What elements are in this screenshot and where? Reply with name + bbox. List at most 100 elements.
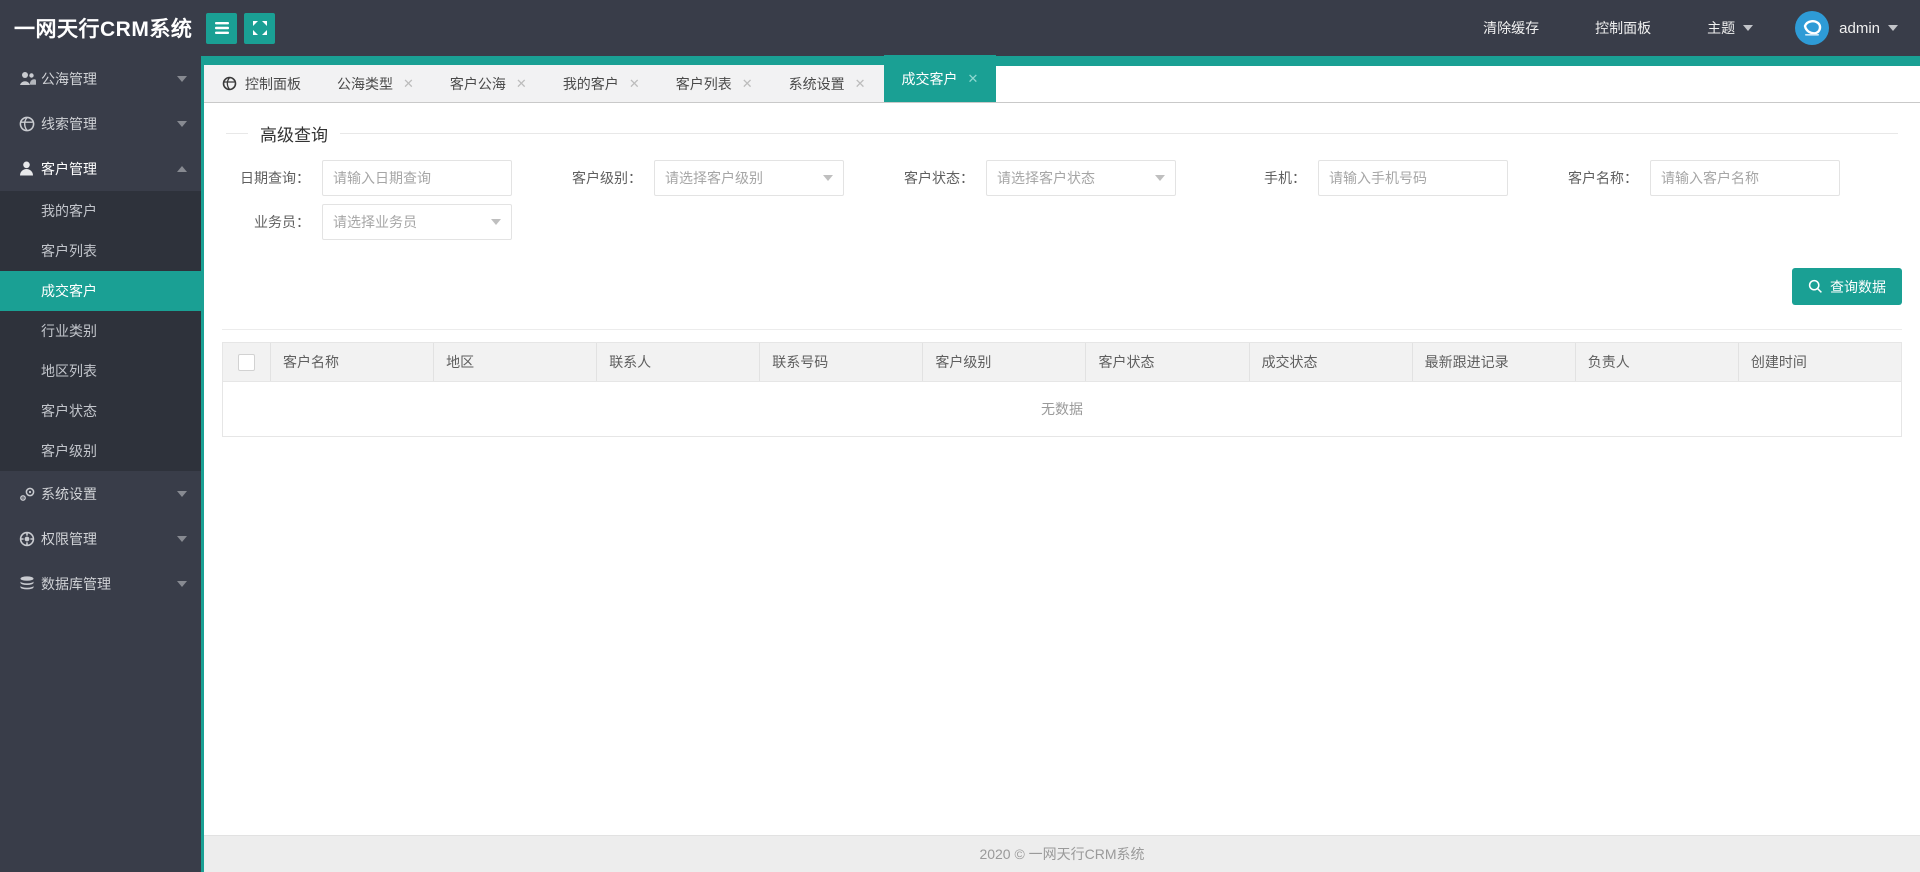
globe-icon (222, 76, 237, 91)
sidebar-item-label: 客户管理 (41, 160, 97, 177)
salesman-select[interactable]: 请选择业务员 (322, 204, 512, 240)
select-placeholder: 请选择客户状态 (997, 170, 1095, 186)
sidebar-item-label: 线索管理 (41, 115, 97, 132)
sidebar-item-customer-level[interactable]: 客户级别 (0, 431, 201, 471)
sidebar-item-industry-category[interactable]: 行业类别 (0, 311, 201, 351)
tab-label: 客户公海 (449, 75, 506, 92)
app-title: 一网天行CRM系统 (14, 18, 193, 41)
clear-cache-link[interactable]: 清除缓存 (1455, 0, 1567, 56)
sidebar-item-customer-management[interactable]: 客户管理 (0, 146, 201, 191)
mobile-input[interactable] (1318, 160, 1508, 196)
close-icon[interactable]: ✕ (968, 72, 979, 85)
select-placeholder: 请选择业务员 (333, 214, 417, 230)
globe-icon (19, 116, 41, 132)
tab-my-customers[interactable]: 我的客户 ✕ (545, 65, 658, 102)
sub-item-label: 成交客户 (41, 283, 97, 299)
sidebar-item-system-settings[interactable]: 系统设置 (0, 471, 201, 516)
table-empty-state: 无数据 (223, 382, 1901, 436)
gears-icon (19, 486, 41, 502)
sidebar-item-customer-list[interactable]: 客户列表 (0, 231, 201, 271)
control-panel-link[interactable]: 控制面板 (1567, 0, 1679, 56)
column-contact-number[interactable]: 联系号码 (760, 343, 924, 381)
column-customer-status[interactable]: 客户状态 (1086, 343, 1250, 381)
customer-level-label: 客户级别： (572, 170, 642, 186)
sidebar-item-permission-management[interactable]: 权限管理 (0, 516, 201, 561)
query-form-row-1: 日期查询： 客户级别： 请选择客户级别 客户状态： 请选择客户状态 (222, 160, 1902, 196)
select-all-cell (223, 343, 271, 381)
user-icon (19, 161, 41, 176)
user-avatar[interactable] (1795, 11, 1830, 45)
sidebar-item-label: 权限管理 (41, 530, 97, 547)
sidebar-item-label: 系统设置 (41, 485, 97, 502)
sidebar-item-label: 数据库管理 (41, 575, 111, 592)
tab-closed-customers[interactable]: 成交客户 ✕ (883, 55, 997, 102)
control-panel-label: 控制面板 (1595, 20, 1652, 36)
tab-bar: 控制面板 公海类型 ✕ 客户公海 ✕ 我的客户 ✕ 客户列表 ✕ 系统设置 ✕ … (204, 55, 1920, 103)
fullscreen-button[interactable] (244, 12, 276, 44)
collapse-sidebar-button[interactable] (206, 12, 238, 44)
page-content: 高级查询 日期查询： 客户级别： 请选择客户级别 (204, 103, 1920, 835)
date-query-input[interactable] (322, 160, 512, 196)
column-created-time[interactable]: 创建时间 (1739, 343, 1901, 381)
sidebar-item-closed-customers[interactable]: 成交客户 (0, 271, 201, 311)
fullscreen-icon (252, 20, 268, 36)
close-icon[interactable]: ✕ (516, 77, 527, 90)
customers-table: 客户名称 地区 联系人 联系号码 客户级别 客户状态 成交状态 最新跟进记录 负… (222, 342, 1902, 437)
tab-customer-list[interactable]: 客户列表 ✕ (658, 65, 771, 102)
column-deal-status[interactable]: 成交状态 (1250, 343, 1413, 381)
sidebar-item-region-list[interactable]: 地区列表 (0, 351, 201, 391)
chevron-down-icon (1155, 175, 1165, 181)
select-all-checkbox[interactable] (238, 353, 255, 371)
mobile-label: 手机： (1264, 170, 1306, 186)
customer-name-input[interactable] (1650, 160, 1840, 196)
copyright-text: 2020 © 一网天行CRM系统 (979, 846, 1145, 862)
tab-label: 成交客户 (901, 70, 958, 87)
sidebar-item-leads-management[interactable]: 线索管理 (0, 101, 201, 146)
sub-item-label: 客户状态 (41, 403, 97, 419)
tab-public-sea-type[interactable]: 公海类型 ✕ (319, 65, 432, 102)
close-icon[interactable]: ✕ (742, 77, 753, 90)
column-customer-name[interactable]: 客户名称 (271, 343, 435, 381)
sub-item-label: 地区列表 (41, 363, 97, 379)
helm-icon (19, 531, 41, 547)
query-data-button[interactable]: 查询数据 (1792, 268, 1902, 305)
query-button-label: 查询数据 (1830, 278, 1886, 295)
panel-divider (222, 329, 1902, 330)
tab-customer-public-sea[interactable]: 客户公海 ✕ (432, 65, 545, 102)
theme-label: 主题 (1707, 20, 1736, 36)
advanced-query-panel-title: 高级查询 (226, 121, 1898, 146)
sidebar-item-public-sea-management[interactable]: 公海管理 (0, 56, 201, 101)
close-icon[interactable]: ✕ (403, 77, 414, 90)
column-customer-level[interactable]: 客户级别 (923, 343, 1087, 381)
chevron-down-icon (177, 535, 187, 542)
tab-control-panel[interactable]: 控制面板 (204, 65, 319, 102)
tab-label: 客户列表 (675, 75, 732, 92)
tab-label: 我的客户 (562, 75, 619, 92)
column-latest-followup[interactable]: 最新跟进记录 (1413, 343, 1576, 381)
sidebar-item-database-management[interactable]: 数据库管理 (0, 561, 201, 606)
user-menu[interactable]: admin (1839, 0, 1920, 56)
customer-level-select[interactable]: 请选择客户级别 (654, 160, 844, 196)
theme-menu[interactable]: 主题 (1679, 0, 1781, 56)
chevron-down-icon (1888, 25, 1898, 31)
users-icon (19, 71, 41, 86)
sub-item-label: 客户级别 (41, 443, 97, 459)
column-region[interactable]: 地区 (434, 343, 598, 381)
customer-status-select[interactable]: 请选择客户状态 (986, 160, 1176, 196)
tab-system-settings[interactable]: 系统设置 ✕ (771, 65, 884, 102)
chevron-up-icon (177, 165, 187, 172)
database-icon (19, 576, 41, 591)
close-icon[interactable]: ✕ (855, 77, 866, 90)
close-icon[interactable]: ✕ (629, 77, 640, 90)
customer-status-label: 客户状态： (904, 170, 974, 186)
table-header-row: 客户名称 地区 联系人 联系号码 客户级别 客户状态 成交状态 最新跟进记录 负… (223, 343, 1901, 382)
date-query-label: 日期查询： (240, 170, 310, 186)
tab-label: 公海类型 (337, 75, 393, 92)
chevron-down-icon (177, 75, 187, 82)
column-contact[interactable]: 联系人 (597, 343, 761, 381)
column-owner[interactable]: 负责人 (1576, 343, 1739, 381)
chevron-down-icon (177, 120, 187, 127)
sidebar-item-customer-status[interactable]: 客户状态 (0, 391, 201, 431)
sidebar-item-my-customers[interactable]: 我的客户 (0, 191, 201, 231)
salesman-label: 业务员： (254, 214, 310, 230)
